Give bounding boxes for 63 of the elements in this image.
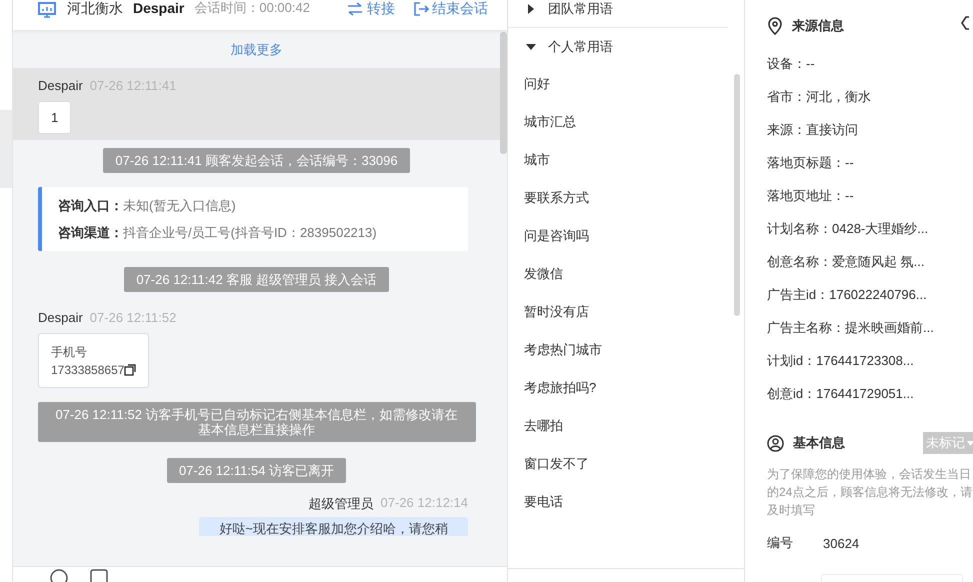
session-duration: 会话时间：00:00:42 [194, 0, 310, 16]
scrollbar-thumb[interactable] [500, 32, 507, 154]
source-info-row-text: 创意名称：爱意随风起 氛... [767, 253, 926, 271]
monitor-icon [37, 0, 57, 20]
phrase-item[interactable]: 发微信 [508, 255, 744, 293]
phrase-item[interactable]: 去哪拍 [508, 407, 744, 445]
source-info-row-text: 计划id：176441723308... [767, 352, 915, 370]
source-info-row-text: 落地页标题：-- [767, 154, 855, 172]
info-label: 咨询渠道： [58, 225, 123, 240]
phrase-item[interactable]: 考虑热门城市 [508, 331, 744, 369]
message-time: 07-26 12:11:52 [90, 310, 176, 325]
section-title: 基本信息 [793, 434, 845, 452]
scrollbar-thumb[interactable] [734, 74, 740, 316]
location-pin-icon [767, 17, 783, 35]
notice-text: 为了保障您的使用体验，会话发生当日的24点之后，顾客信息将无法修改，请及时填写 [767, 466, 973, 519]
sender-name: Despair [38, 78, 83, 93]
smiley-icon[interactable] [50, 567, 68, 582]
phrase-item[interactable]: 城市 [508, 141, 744, 179]
source-info-row-text: 计划名称：0428-大理婚纱... [767, 220, 930, 238]
section-title: 来源信息 [792, 17, 844, 35]
user-icon [767, 434, 784, 452]
system-notice: 07-26 12:11:41 顾客发起会话，会话编号：33096 [103, 148, 410, 173]
sender-name: Despair [38, 310, 83, 325]
system-notice: 07-26 12:11:42 客服 超级管理员 接入会话 [124, 267, 389, 292]
message-time: 07-26 12:12:14 [380, 495, 468, 512]
phrase-item[interactable]: 问是咨询吗 [508, 217, 744, 255]
message-bubble: 1 [38, 101, 72, 134]
system-notice: 07-26 12:11:52 访客手机号已自动标记右侧基本信息栏，如需修改请在基本信息栏直接操作 [38, 402, 476, 442]
phrase-group-header[interactable]: 个人常用语 [508, 28, 744, 65]
caret-right-icon [526, 4, 536, 14]
card-label: 手机号 [51, 344, 88, 361]
sender-name: 超级管理员 [308, 495, 374, 513]
phrase-item[interactable]: 要电话 [508, 483, 744, 521]
info-value: 未知(暂无入口信息) [123, 198, 236, 213]
source-info-row-text: 广告主名称：提米映画婚前... [767, 319, 935, 337]
source-info-row-text: 设备：-- [767, 55, 816, 73]
visitor-location: 河北衡水 [67, 0, 123, 16]
source-info-row-text: 广告主id：176022240796... [767, 286, 928, 304]
phrase-item[interactable]: 问好 [508, 65, 744, 103]
source-info-row-text: 创意id：176441729051... [767, 385, 915, 403]
message-bubble: 好哒~现在安排客服加您介绍哈，请您稍 [199, 517, 468, 536]
image-icon[interactable] [90, 567, 108, 582]
caret-down-icon [526, 42, 536, 52]
phrase-item[interactable]: 窗口发不了 [508, 445, 744, 483]
field-label: 编号 [767, 534, 793, 552]
visitor-name: Despair [133, 0, 184, 16]
phrase-item[interactable]: 要联系方式 [508, 179, 744, 217]
system-notice: 07-26 12:11:54 访客已离开 [166, 458, 346, 483]
source-info-row-text: 省市：河北，衡水 [767, 88, 872, 106]
info-value: 抖音企业号/员工号(抖音号ID：2839502213) [123, 225, 377, 240]
source-info-row-text: 来源：直接访问 [767, 121, 859, 139]
caret-down-icon [967, 440, 973, 446]
exit-icon [412, 1, 429, 17]
phrase-group-header[interactable]: 团队常用语 [508, 0, 728, 28]
phrase-item[interactable]: 暂时没有店 [508, 293, 744, 331]
phone-number: 17333858657 [51, 363, 124, 377]
phrase-item[interactable]: 城市汇总 [508, 103, 744, 141]
swap-icon [346, 2, 364, 16]
phrase-item[interactable]: 考虑旅拍吗? [508, 369, 744, 407]
info-label: 咨询入口： [58, 198, 123, 213]
field-value: 30624 [823, 536, 860, 550]
copy-icon[interactable] [124, 364, 136, 376]
source-info-row-text: 落地页地址：-- [767, 187, 855, 205]
